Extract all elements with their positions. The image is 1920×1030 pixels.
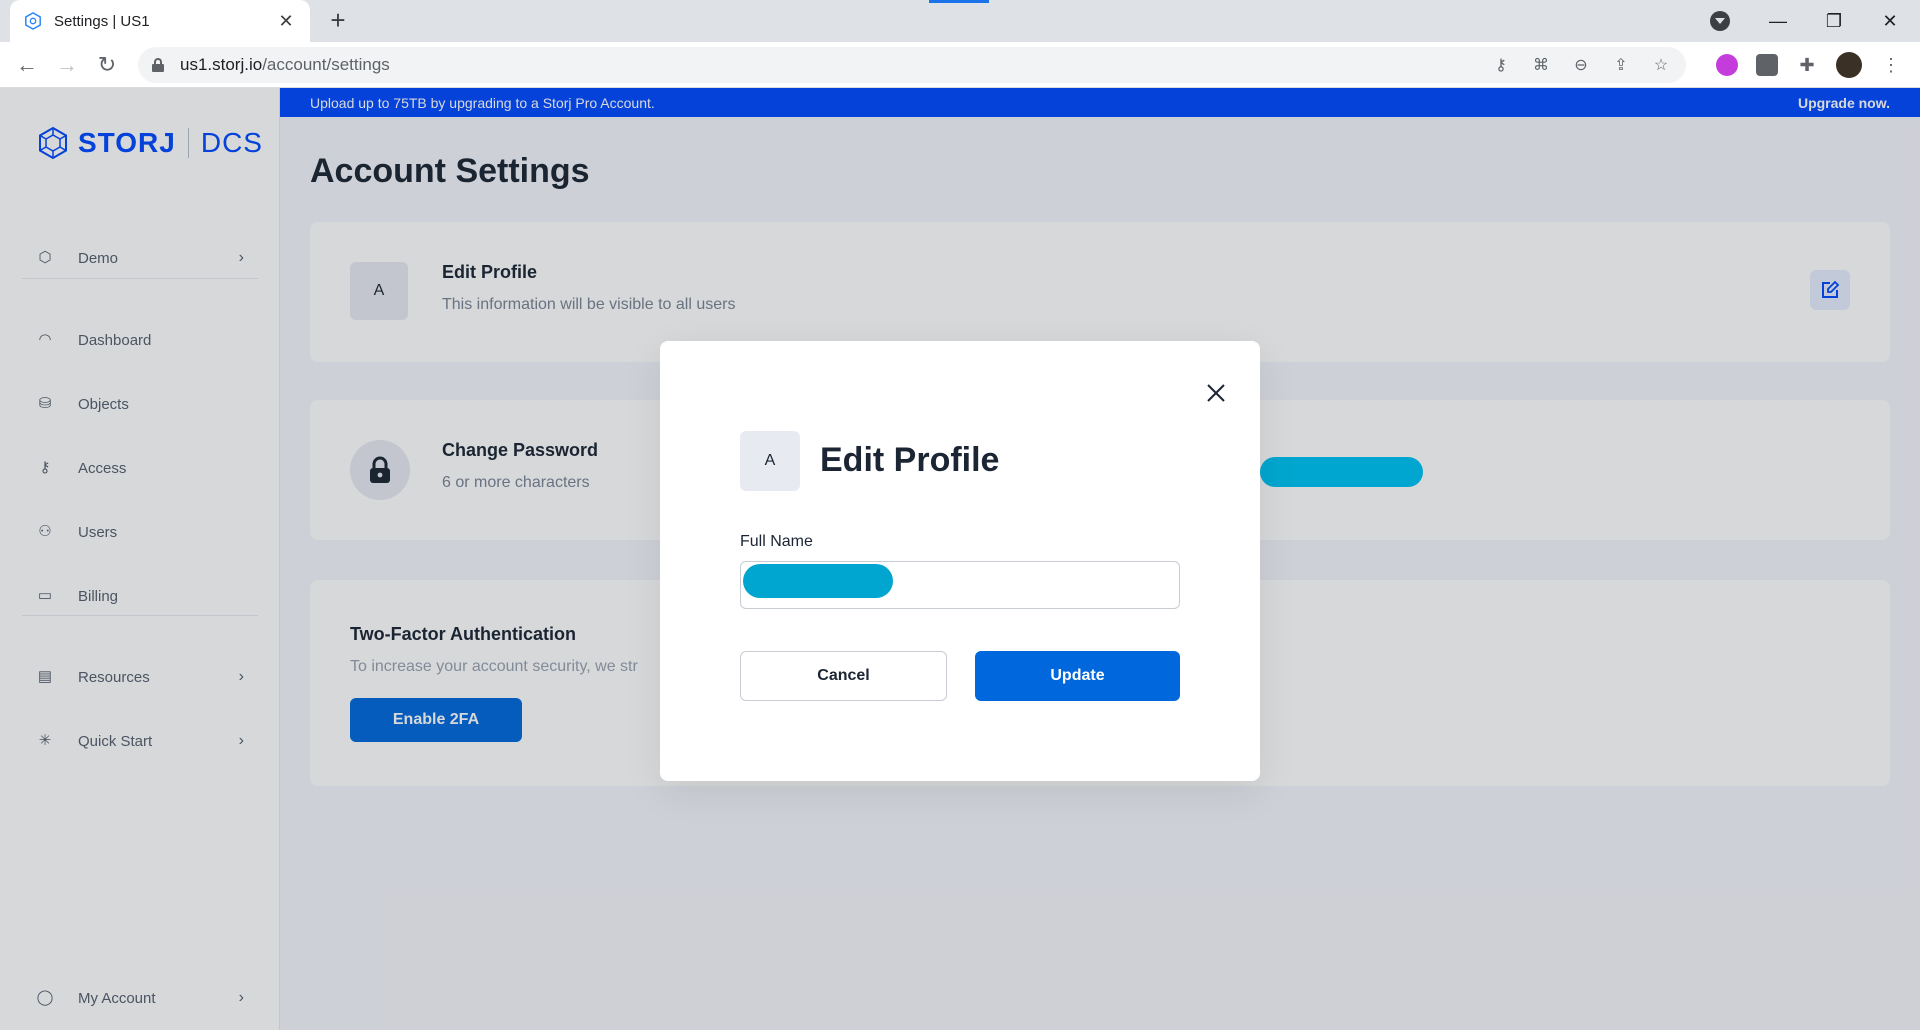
extensions-puzzle-icon[interactable]: ✚ (1796, 54, 1818, 76)
share-icon[interactable]: ⇪ (1612, 55, 1630, 75)
lock-icon[interactable] (152, 58, 164, 72)
profile-avatar-icon[interactable] (1836, 52, 1862, 78)
new-tab-button[interactable]: + (324, 7, 352, 35)
password-key-icon[interactable]: ⚷ (1492, 55, 1510, 75)
redaction-mark (1260, 457, 1423, 487)
browser-tab[interactable]: Settings | US1 ✕ (10, 0, 310, 42)
modal-avatar: A (740, 431, 800, 491)
browser-menu-icon[interactable]: ⋮ (1880, 54, 1902, 76)
modal-title: Edit Profile (820, 441, 1000, 479)
url-path: /account/settings (262, 55, 390, 74)
edit-profile-modal: A Edit Profile Full Name Cancel Update (660, 341, 1260, 781)
reload-button[interactable]: ↻ (92, 50, 122, 80)
minimize-button[interactable]: — (1750, 0, 1806, 42)
restore-button[interactable]: ❐ (1806, 0, 1862, 42)
bookmark-star-icon[interactable]: ☆ (1652, 55, 1670, 75)
back-button[interactable]: ← (12, 50, 42, 80)
app: STORJ DCS ⬡ Demo › ◠ Dashboard ⛁ Objects… (0, 88, 1920, 1030)
full-name-input[interactable] (740, 561, 1180, 609)
browser-tab-bar: Settings | US1 ✕ + — ❐ ✕ (0, 0, 1920, 42)
extension-gray-icon[interactable] (1756, 54, 1778, 76)
tab-search-icon[interactable] (1710, 11, 1730, 31)
address-bar[interactable]: us1.storj.io/account/settings ⚷ ⌘ ⊖ ⇪ ☆ (138, 47, 1686, 83)
full-name-label: Full Name (740, 533, 813, 550)
close-icon[interactable] (1204, 381, 1228, 405)
storj-favicon-icon (25, 12, 41, 30)
translate-icon[interactable]: ⌘ (1532, 55, 1550, 75)
redaction-mark (743, 564, 893, 598)
url-text: us1.storj.io/account/settings (180, 55, 390, 75)
zoom-icon[interactable]: ⊖ (1572, 55, 1590, 75)
tab-strip-indicator (929, 0, 989, 3)
browser-toolbar: ← → ↻ us1.storj.io/account/settings ⚷ ⌘ … (0, 42, 1920, 88)
forward-button[interactable]: → (52, 50, 82, 80)
url-host: us1.storj.io (180, 55, 263, 74)
close-tab-icon[interactable]: ✕ (276, 11, 296, 32)
tab-title: Settings | US1 (54, 12, 150, 30)
extension-purple-icon[interactable] (1716, 54, 1738, 76)
cancel-button[interactable]: Cancel (740, 651, 947, 701)
close-window-button[interactable]: ✕ (1862, 0, 1918, 42)
update-button[interactable]: Update (975, 651, 1180, 701)
